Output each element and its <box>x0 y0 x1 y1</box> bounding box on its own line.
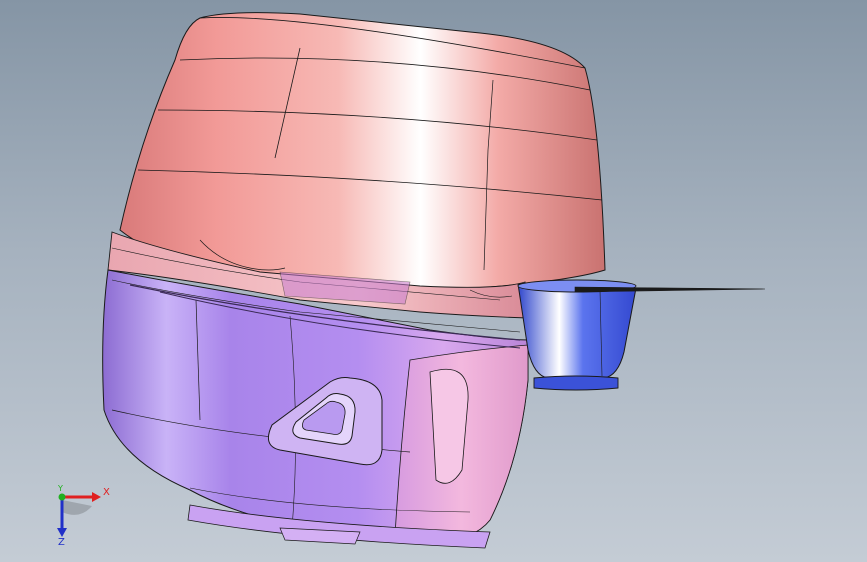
spike-edge <box>574 286 766 293</box>
x-arrow-head <box>92 492 101 502</box>
y-axis-label: Y <box>58 484 63 493</box>
x-axis-label: X <box>103 487 110 498</box>
upper-shell[interactable] <box>119 12 606 293</box>
axis-triad <box>57 492 101 537</box>
y-axis-dot <box>58 493 66 501</box>
z-axis-label: Z <box>58 537 65 548</box>
z-arrow-head <box>57 528 67 537</box>
cad-viewport[interactable]: X Y Z <box>0 0 867 562</box>
cad-model-view[interactable] <box>0 0 867 562</box>
blue-cup[interactable] <box>517 279 637 391</box>
